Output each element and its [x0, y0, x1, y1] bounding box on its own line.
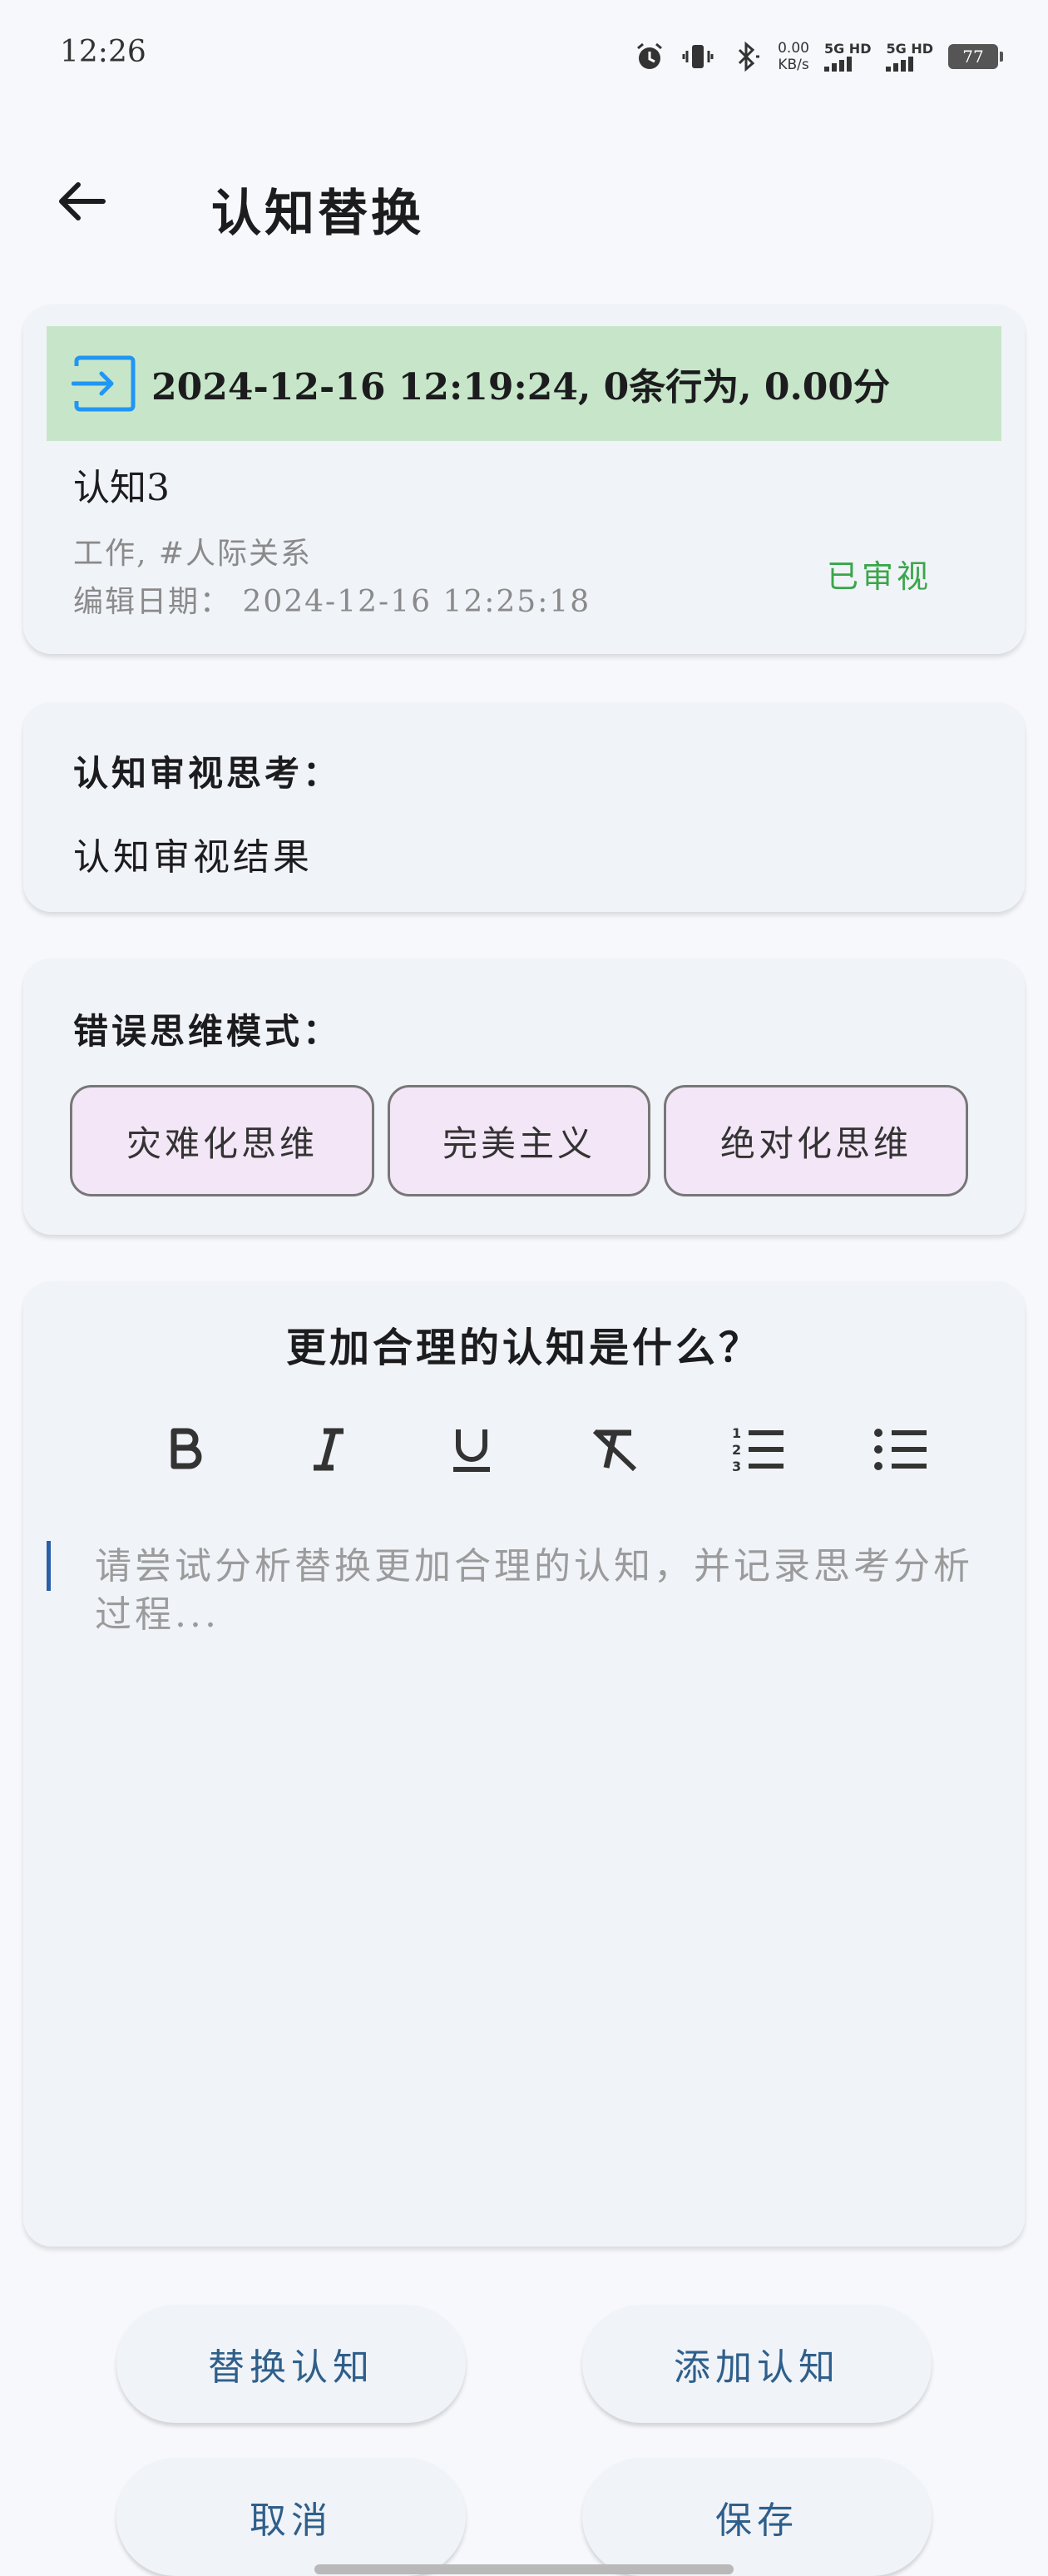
review-card: 认知审视思考： 认知审视结果: [23, 702, 1025, 912]
vibrate-icon: [681, 40, 714, 73]
italic-icon: [314, 1428, 344, 1471]
status-bar: 12:26 0.00 KB/s 5G HD 5G HD 77: [0, 0, 1048, 108]
error-patterns-card: 错误思维模式： 灾难化思维 完美主义 绝对化思维: [23, 959, 1025, 1235]
error-pattern-chip[interactable]: 灾难化思维: [70, 1085, 374, 1196]
bold-icon: [171, 1428, 202, 1469]
cognition-editor[interactable]: 请尝试分析替换更加合理的认知，并记录思考分析过程...: [70, 1531, 985, 2213]
sim1-label: 5G HD: [823, 41, 872, 57]
status-badge: 已审视: [827, 558, 932, 595]
clear-format-button[interactable]: [577, 1412, 652, 1487]
alarm-icon: [633, 40, 666, 73]
sim2-label: 5G HD: [886, 41, 933, 57]
format-toolbar: 123: [148, 1399, 938, 1499]
text-cursor: [47, 1541, 51, 1591]
review-label: 认知审视思考：: [73, 753, 342, 794]
battery-icon: 77: [948, 44, 1003, 69]
back-button[interactable]: [47, 166, 116, 236]
bullet-list-icon: [874, 1429, 927, 1470]
network-speed: 0.00 KB/s: [778, 40, 809, 73]
cancel-button[interactable]: 取消: [116, 2458, 466, 2576]
numbered-list-icon: 123: [732, 1425, 784, 1474]
signal-bars-icon: [823, 57, 852, 72]
svg-text:3: 3: [732, 1459, 741, 1474]
svg-text:2: 2: [732, 1442, 741, 1458]
underline-button[interactable]: [434, 1412, 509, 1487]
error-pattern-chip[interactable]: 完美主义: [388, 1085, 650, 1196]
net-speed-value: 0.00: [778, 40, 809, 57]
add-cognition-button[interactable]: 添加认知: [582, 2305, 932, 2423]
record-header: 2024-12-16 12:19:24, 0条行为, 0.00分: [47, 326, 1001, 441]
signal-bars-icon: [886, 57, 914, 72]
bluetooth-icon: [729, 40, 763, 73]
error-patterns-label: 错误思维模式：: [73, 1011, 342, 1052]
italic-button[interactable]: [291, 1412, 366, 1487]
review-text: 认知审视结果: [73, 836, 313, 879]
home-indicator[interactable]: [314, 2564, 734, 2574]
editor-placeholder: 请尝试分析替换更加合理的认知，并记录思考分析过程...: [95, 1545, 973, 1636]
editor-title: 更加合理的认知是什么？: [285, 1325, 762, 1371]
svg-text:1: 1: [732, 1425, 741, 1441]
numbered-list-button[interactable]: 123: [720, 1412, 795, 1487]
record-card[interactable]: 2024-12-16 12:19:24, 0条行为, 0.00分 认知3 工作,…: [23, 305, 1025, 654]
net-speed-unit: KB/s: [778, 57, 809, 73]
sim1-signal: 5G HD: [823, 41, 872, 72]
page-title: 认知替换: [211, 185, 424, 243]
status-time: 12:26: [60, 35, 146, 69]
status-icons: 0.00 KB/s 5G HD 5G HD 77: [633, 32, 1003, 82]
bullet-list-button[interactable]: [863, 1412, 938, 1487]
arrow-left-icon: [59, 182, 106, 220]
error-pattern-chip[interactable]: 绝对化思维: [664, 1085, 968, 1196]
error-pattern-chips: 灾难化思维 完美主义 绝对化思维: [70, 1085, 968, 1196]
sim2-signal: 5G HD: [886, 42, 933, 72]
record-edit-date: 编辑日期： 2024-12-16 12:25:18: [73, 585, 591, 619]
record-header-text: 2024-12-16 12:19:24, 0条行为, 0.00分: [151, 366, 890, 409]
record-title: 认知3: [73, 467, 170, 509]
app-bar: 认知替换: [0, 150, 1048, 250]
bold-button[interactable]: [148, 1412, 223, 1487]
underline-icon: [453, 1429, 490, 1472]
editor-card: 更加合理的认知是什么？ 123 请尝试分析替换更加合理的认知，并记录思考分析过程…: [23, 1281, 1025, 2247]
clear-format-icon: [592, 1429, 637, 1472]
replace-cognition-button[interactable]: 替换认知: [116, 2305, 466, 2423]
login-icon: [72, 354, 138, 413]
record-tags: 工作, #人际关系: [73, 537, 313, 571]
save-button[interactable]: 保存: [582, 2458, 932, 2576]
